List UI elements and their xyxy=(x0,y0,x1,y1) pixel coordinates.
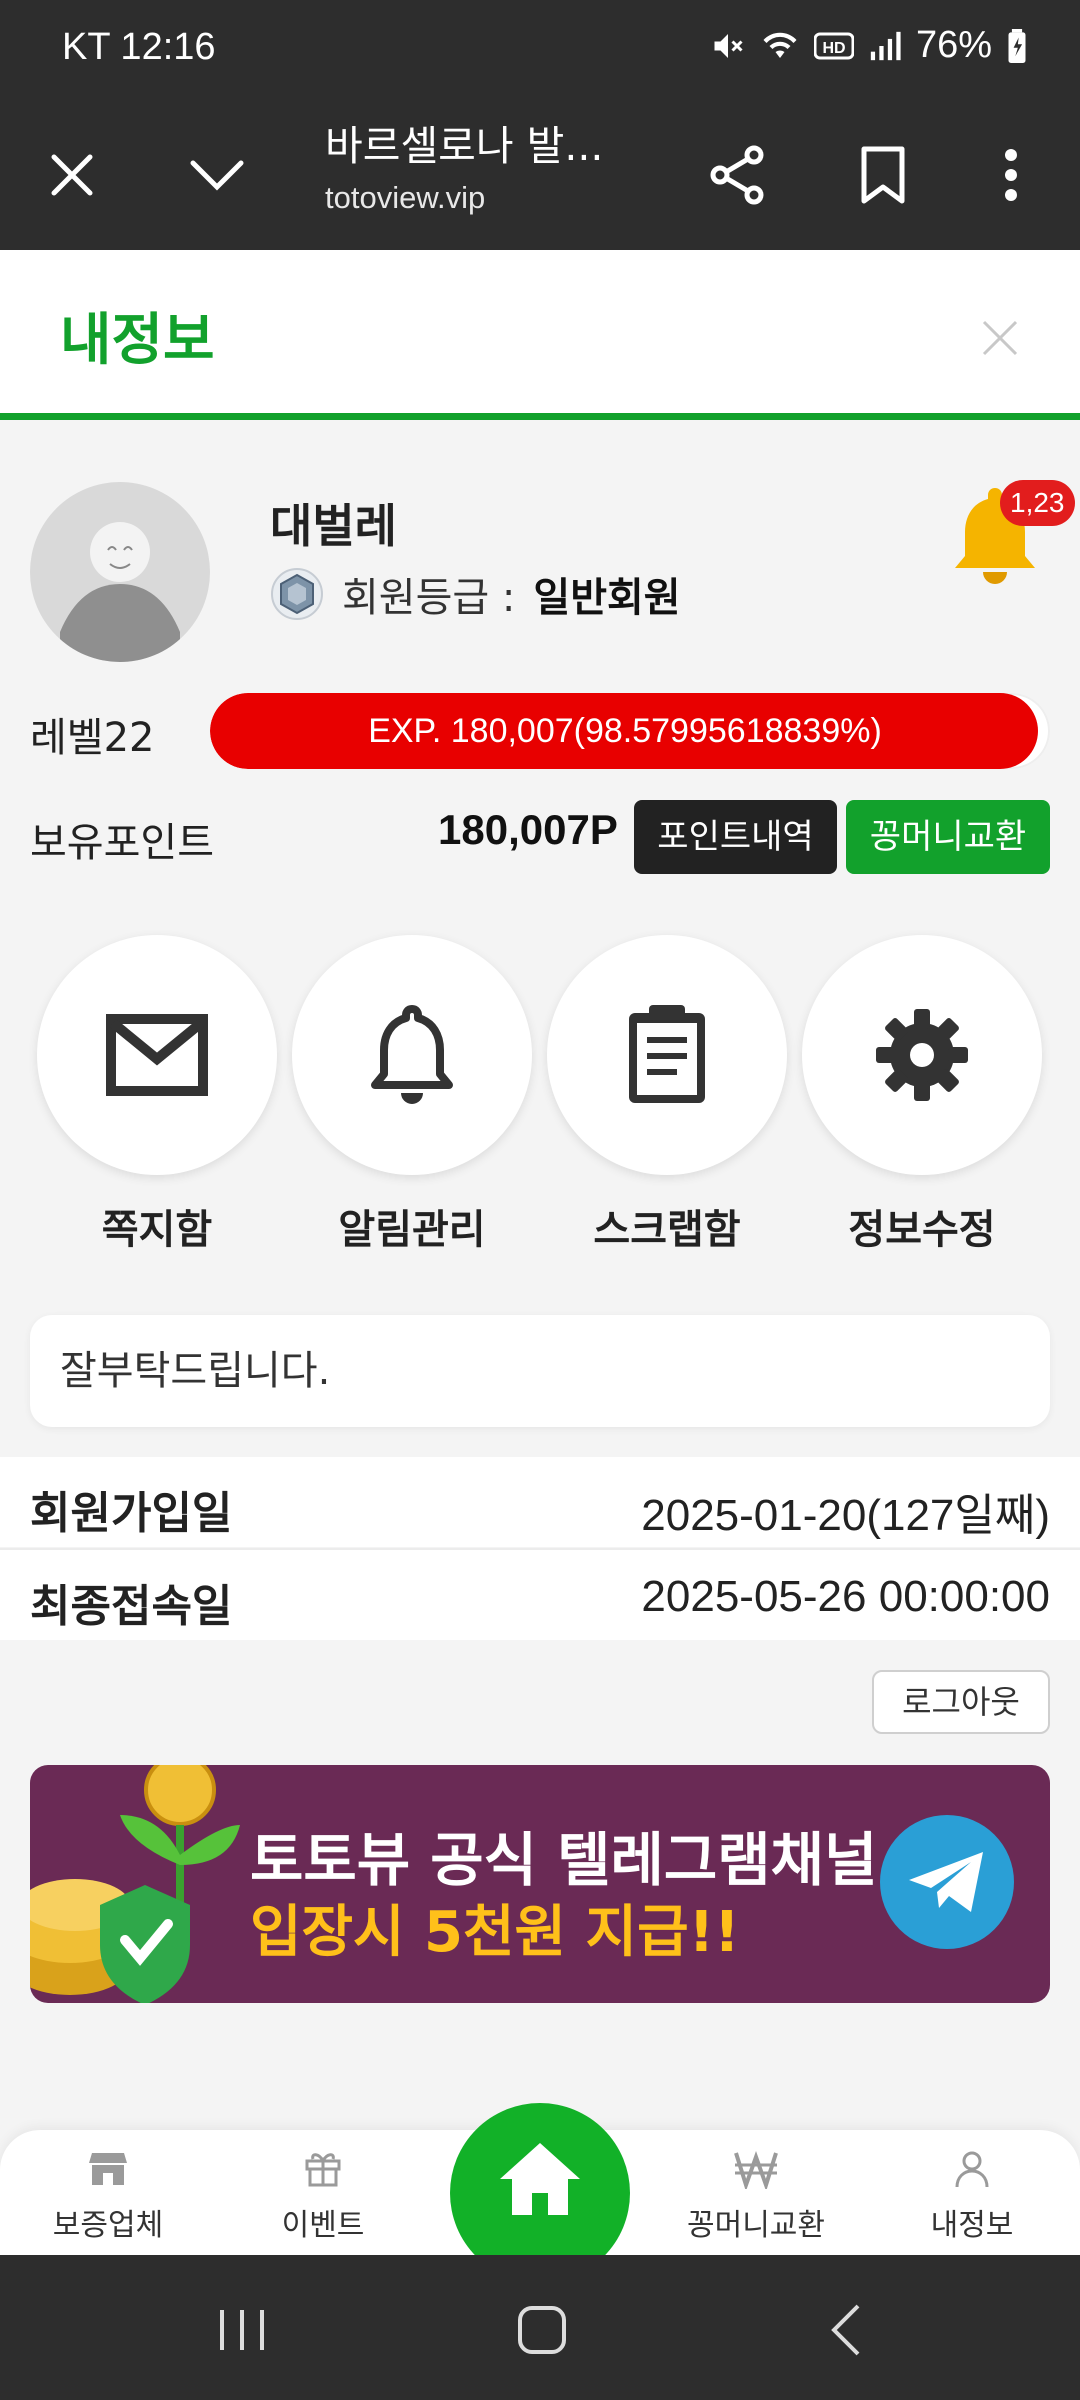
battery-icon xyxy=(1008,28,1026,63)
share-button[interactable] xyxy=(703,140,773,210)
bell-icon xyxy=(371,1005,453,1104)
close-panel-button[interactable] xyxy=(970,308,1030,368)
clipboard-icon xyxy=(629,1005,705,1103)
edit-profile-button[interactable]: 정보수정 xyxy=(802,935,1042,1255)
share-icon xyxy=(710,145,764,205)
close-icon xyxy=(982,320,1018,356)
message-box-label: 쪽지함 xyxy=(101,1207,213,1253)
more-options-button[interactable] xyxy=(976,140,1046,210)
telegram-banner[interactable]: 토토뷰 공식 텔레그램채널 입장시 5천원 지급!! xyxy=(30,1765,1050,2003)
last-access-label: 최종접속일 xyxy=(30,1581,233,1632)
logout-button[interactable]: 로그아웃 xyxy=(872,1670,1050,1734)
edit-profile-label: 정보수정 xyxy=(848,1207,996,1253)
mail-icon xyxy=(106,1014,208,1096)
message-box-button[interactable]: 쪽지함 xyxy=(37,935,277,1255)
level-label: 레벨22 xyxy=(30,715,155,761)
page-title: 내정보 xyxy=(60,308,215,373)
recent-apps-icon xyxy=(220,2310,264,2350)
nickname: 대벌레 xyxy=(270,499,397,553)
telegram-button[interactable] xyxy=(880,1815,1014,1949)
last-access-value: 2025-05-26 00:00:00 xyxy=(641,1572,1050,1621)
page-header: 내정보 xyxy=(0,250,1080,420)
battery-percent: 76% xyxy=(915,24,992,66)
nav-guaranteed-sites[interactable]: 보증업체 xyxy=(8,2142,208,2244)
point-exchange-button[interactable]: 꽁머니교환 xyxy=(846,800,1050,874)
notification-count-badge: 1,23 xyxy=(1000,480,1075,526)
points-label: 보유포인트 xyxy=(30,820,214,866)
notification-settings-circle[interactable] xyxy=(292,935,532,1175)
bookmark-icon xyxy=(861,146,905,204)
scrap-box-label: 스크랩함 xyxy=(593,1207,741,1253)
notification-settings-label: 알림관리 xyxy=(338,1207,486,1253)
nav-events[interactable]: 이벤트 xyxy=(223,2142,423,2244)
store-icon xyxy=(89,2153,127,2185)
member-grade: 회원등급 : 일반회원 xyxy=(270,565,681,623)
person-icon xyxy=(955,2151,989,2188)
won-icon xyxy=(734,2151,778,2189)
grade-badge-icon xyxy=(271,568,323,620)
nav-label: 이벤트 xyxy=(281,2208,365,2243)
last-access-row: 최종접속일 2025-05-26 00:00:00 xyxy=(0,1550,1080,1640)
nav-label: 보증업체 xyxy=(52,2208,164,2243)
scrap-box-circle[interactable] xyxy=(547,935,787,1175)
back-button[interactable] xyxy=(818,2300,878,2360)
greeting-message: 잘부탁드립니다. xyxy=(30,1315,1050,1427)
nav-label: 내정보 xyxy=(930,2208,1014,2243)
carrier-time: KT 12:16 xyxy=(62,26,216,68)
system-navigation-bar xyxy=(0,2255,1080,2400)
signal-icon xyxy=(870,31,901,60)
back-icon xyxy=(831,2304,860,2356)
notification-settings-button[interactable]: 알림관리 xyxy=(292,935,532,1255)
edit-profile-circle[interactable] xyxy=(802,935,1042,1175)
more-vertical-icon xyxy=(1005,149,1017,201)
system-home-button[interactable] xyxy=(512,2300,572,2360)
avatar xyxy=(30,482,210,662)
mute-icon xyxy=(714,33,743,58)
nav-label: 꽁머니교환 xyxy=(687,2208,825,2243)
minimize-button[interactable] xyxy=(182,140,252,210)
points-value: 180,007P xyxy=(438,806,618,853)
default-avatar-icon xyxy=(60,522,180,662)
home-icon xyxy=(500,2143,580,2215)
coin-plant-illustration xyxy=(30,1765,240,2003)
home-square-icon xyxy=(518,2306,566,2354)
close-icon xyxy=(51,154,93,196)
join-date-row: 회원가입일 2025-01-20(127일째) xyxy=(0,1457,1080,1547)
chevron-down-icon xyxy=(190,160,244,191)
browser-url[interactable]: totoview.vip xyxy=(325,180,485,216)
status-icons: HD 76% xyxy=(710,24,1028,67)
svg-text:HD: HD xyxy=(822,40,845,57)
banner-subtitle: 입장시 5천원 지급!! xyxy=(250,1900,740,1965)
message-box-circle[interactable] xyxy=(37,935,277,1175)
gift-icon xyxy=(305,2153,341,2187)
telegram-icon xyxy=(909,1852,983,1912)
join-date-label: 회원가입일 xyxy=(30,1488,233,1539)
close-tab-button[interactable] xyxy=(37,140,107,210)
browser-toolbar: 바르셀로나 발... totoview.vip xyxy=(0,100,1080,250)
recent-apps-button[interactable] xyxy=(212,2300,272,2360)
nav-my-info[interactable]: 내정보 xyxy=(872,2142,1072,2244)
grade-value: 일반회원 xyxy=(533,575,681,621)
browser-page-title: 바르셀로나 발... xyxy=(325,122,604,170)
banner-title: 토토뷰 공식 텔레그램채널 xyxy=(250,1826,878,1894)
point-history-button[interactable]: 포인트내역 xyxy=(634,800,837,874)
exp-progress-bar: EXP. 180,007(98.57995618839%) xyxy=(210,693,1050,769)
grade-label: 회원등급 : xyxy=(342,575,516,621)
exp-text: EXP. 180,007(98.57995618839%) xyxy=(368,712,882,750)
nav-point-exchange[interactable]: 꽁머니교환 xyxy=(656,2142,856,2244)
wifi-icon xyxy=(763,32,797,58)
status-bar: KT 12:16 HD 76% xyxy=(0,0,1080,100)
hd-icon: HD xyxy=(813,32,854,59)
join-date-value: 2025-01-20(127일째) xyxy=(641,1491,1050,1540)
bookmark-button[interactable] xyxy=(848,140,918,210)
scrap-box-button[interactable]: 스크랩함 xyxy=(547,935,787,1255)
gear-icon xyxy=(876,1009,968,1101)
